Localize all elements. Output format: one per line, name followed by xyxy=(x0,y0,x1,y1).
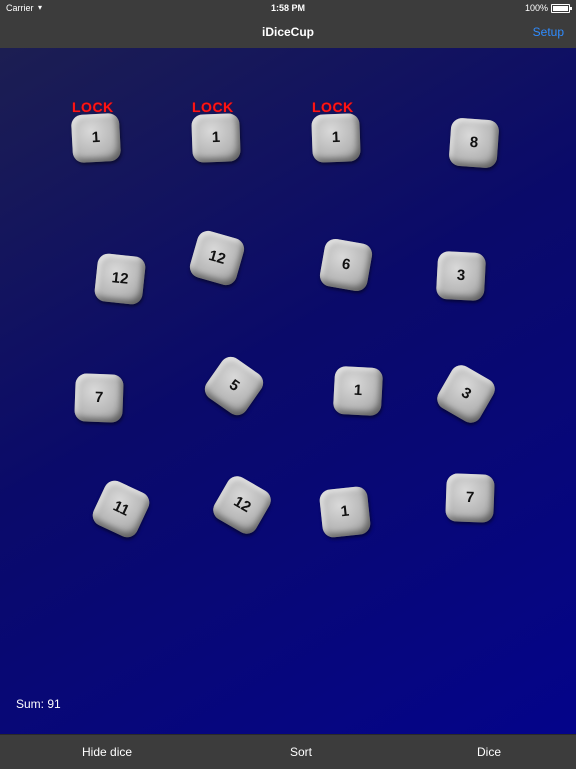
die[interactable]: 11 xyxy=(89,477,153,541)
die[interactable]: 5 xyxy=(200,352,268,420)
hide-dice-button[interactable]: Hide dice xyxy=(82,745,132,759)
die-value: 6 xyxy=(340,255,352,274)
setup-button[interactable]: Setup xyxy=(533,25,564,39)
die-value: 3 xyxy=(456,266,466,285)
die-value: 7 xyxy=(94,388,104,407)
die-value: 1 xyxy=(211,128,221,147)
die[interactable]: 8 xyxy=(448,117,500,169)
die-value: 12 xyxy=(206,247,228,268)
die[interactable]: 3 xyxy=(435,250,487,302)
battery-icon xyxy=(551,4,572,13)
die-value: 3 xyxy=(458,384,475,404)
die-value: 1 xyxy=(353,381,363,400)
sort-button[interactable]: Sort xyxy=(290,745,312,759)
die[interactable]: 7 xyxy=(74,373,124,423)
die-value: 1 xyxy=(339,502,350,521)
die[interactable]: 1 xyxy=(311,113,361,163)
die[interactable]: 7 xyxy=(445,473,495,523)
battery-percent: 100% xyxy=(524,3,548,13)
die[interactable]: 12 xyxy=(209,472,275,538)
die[interactable]: 12 xyxy=(93,252,147,306)
sum-label: Sum: 91 xyxy=(16,697,61,711)
dice-button[interactable]: Dice xyxy=(477,745,501,759)
die-value: 12 xyxy=(110,269,130,288)
die-value: 8 xyxy=(469,133,479,152)
die-value: 12 xyxy=(230,493,254,517)
status-bar: Carrier ▾ 1:58 PM 100% xyxy=(0,0,576,16)
die-value: 7 xyxy=(465,488,475,507)
app-title: iDiceCup xyxy=(261,25,314,39)
bottom-toolbar: Hide dice Sort Dice xyxy=(0,734,576,769)
die-value: 1 xyxy=(91,128,101,147)
navigation-bar: iDiceCup Setup xyxy=(0,16,576,49)
die[interactable]: 3 xyxy=(433,361,499,427)
die[interactable]: 1 xyxy=(191,113,241,163)
die[interactable]: 1 xyxy=(70,112,122,164)
die[interactable]: 12 xyxy=(187,228,247,288)
die-value: 1 xyxy=(331,128,341,147)
die[interactable]: 6 xyxy=(318,237,374,293)
dice-board: LOCK 1 LOCK 1 LOCK 1 8 12 12 6 3 7 5 1 3… xyxy=(0,48,576,734)
die[interactable]: 1 xyxy=(318,485,372,539)
status-time: 1:58 PM xyxy=(270,3,305,13)
die-value: 5 xyxy=(225,376,243,395)
die-value: 11 xyxy=(110,497,132,520)
die[interactable]: 1 xyxy=(332,365,384,417)
